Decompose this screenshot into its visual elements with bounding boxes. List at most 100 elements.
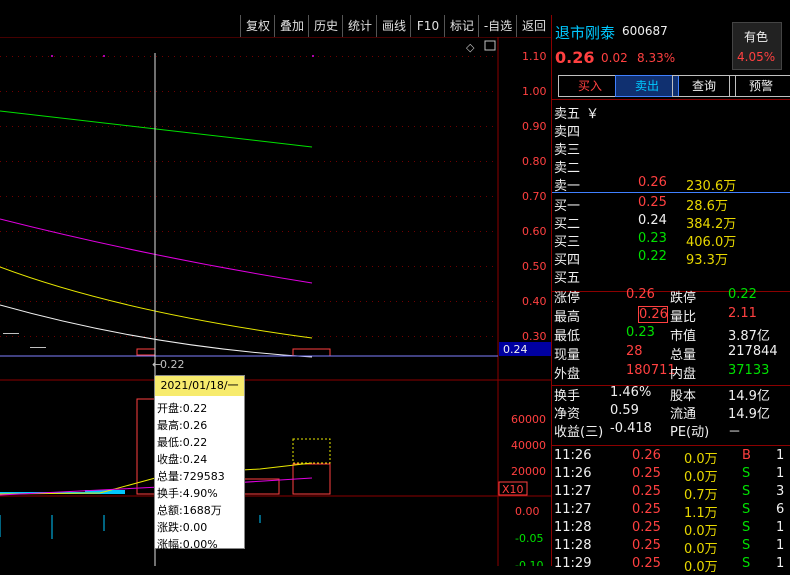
fin-value: 14.9亿 <box>728 407 770 422</box>
tooltip-row: 总额:1688万 <box>157 504 222 517</box>
buy-volume: 93.3万 <box>686 253 728 268</box>
toolbar-item-1[interactable]: 叠加 <box>274 15 309 37</box>
sell-button[interactable]: 卖出 <box>615 75 679 97</box>
macd-axis-tick: -0.05 <box>515 532 543 545</box>
candle <box>292 348 331 357</box>
price-axis-tick: 0.60 <box>522 225 547 238</box>
stat-value: 28 <box>626 344 643 359</box>
candle-info-tooltip: 2021/01/18/一 开盘:0.22 最高:0.26 最低:0.22 收盘:0.2… <box>154 375 245 551</box>
window-icon[interactable] <box>484 40 496 51</box>
kline-chart[interactable]: 0.22 ← ◇ 1.10 1.00 0.90 0.80 0.70 0.60 0.50 0.4… <box>0 37 551 566</box>
alert-button[interactable]: 预警 <box>729 75 790 97</box>
price-axis-tick: 1.10 <box>522 50 547 63</box>
tick-time: 11:26 <box>554 466 592 481</box>
stat-value: 37133 <box>728 363 770 378</box>
tick-count: 6 <box>776 502 785 517</box>
last-price: 0.26 <box>555 48 595 67</box>
fin-value: 1.46% <box>610 385 652 400</box>
crosshair-arrow: ← <box>152 358 161 371</box>
tick-price: 0.25 <box>632 484 661 499</box>
volume-unit-label: X10 <box>502 483 524 496</box>
buy-price: 0.24 <box>638 213 667 228</box>
volume-axis: 60000 40000 20000 <box>511 413 546 478</box>
stat-value: 180711 <box>626 363 676 378</box>
tick-side: S <box>742 520 751 535</box>
toolbar-item-5[interactable]: F10 <box>410 15 445 37</box>
price-change-pct: 8.33% <box>637 51 676 65</box>
ma60-line <box>0 110 313 148</box>
price-axis-tick: 0.40 <box>522 295 547 308</box>
tick-volume: 0.0万 <box>684 542 718 557</box>
marker-dot <box>103 55 105 57</box>
buy-level-label: 买四 <box>554 253 581 268</box>
price-axis-tick: 0.30 <box>522 330 547 343</box>
price-axis-tick: 0.90 <box>522 120 547 133</box>
candle <box>30 347 46 348</box>
tick-price: 0.26 <box>632 448 661 463</box>
toolbar-item-8[interactable]: 返回 <box>516 15 551 37</box>
tick-count: 1 <box>776 520 785 535</box>
tick-time: 11:27 <box>554 502 592 517</box>
tick-volume: 0.0万 <box>684 524 718 539</box>
fin-label: 净资 <box>554 407 581 422</box>
query-button[interactable]: 查询 <box>672 75 736 97</box>
stock-name: 退市刚泰 <box>555 24 616 42</box>
sell-level-label: 卖二 <box>554 161 581 176</box>
marker-dot <box>312 55 314 57</box>
volume-axis-tick: 60000 <box>511 413 546 426</box>
stat-label: 最高 <box>554 310 581 325</box>
toolbar-item-4[interactable]: 画线 <box>376 15 411 37</box>
chart-toolbar: 复权 叠加 历史 统计 画线 F10 标记 -自选 返回 <box>0 15 550 37</box>
stat-label: 总量 <box>670 348 697 363</box>
stat-label: 最低 <box>554 329 581 344</box>
stat-value: 2.11 <box>728 306 757 321</box>
buy-price: 0.23 <box>638 231 667 246</box>
toolbar-item-6[interactable]: 标记 <box>444 15 479 37</box>
stat-value: 0.26 <box>626 287 655 302</box>
buy-level-label: 买一 <box>554 199 581 214</box>
diamond-icon[interactable]: ◇ <box>466 41 475 54</box>
sector-name: 有色 <box>744 30 769 44</box>
stat-label: 涨停 <box>554 291 581 306</box>
toolbar-item-3[interactable]: 统计 <box>342 15 377 37</box>
toolbar-item-7[interactable]: -自选 <box>478 15 517 37</box>
tick-side: B <box>742 448 751 463</box>
stat-value: 0.26 <box>638 306 668 323</box>
sell-level-label: 卖四 <box>554 125 581 140</box>
tick-side: S <box>742 466 751 481</box>
sell-level-label: 卖五 <box>554 107 581 122</box>
stat-value: 3.87亿 <box>728 329 770 344</box>
current-price-label: 0.24 <box>503 343 528 356</box>
fin-label: PE(动) <box>670 425 710 440</box>
tick-price: 0.25 <box>632 556 661 571</box>
stock-code: 600687 <box>622 24 668 38</box>
tick-price: 0.25 <box>632 466 661 481</box>
buy-level-label: 买二 <box>554 217 581 232</box>
tick-time: 11:27 <box>554 484 592 499</box>
buy-button[interactable]: 买入 <box>558 75 622 97</box>
volume-axis-tick: 40000 <box>511 439 546 452</box>
toolbar-item-0[interactable]: 复权 <box>240 15 275 37</box>
tick-price: 0.25 <box>632 502 661 517</box>
tick-side: S <box>742 502 751 517</box>
tick-time: 11:29 <box>554 556 592 571</box>
stat-value: 217844 <box>728 344 778 359</box>
tick-count: 1 <box>776 556 785 571</box>
tooltip-row: 换手:4.90% <box>157 487 218 500</box>
candle <box>136 348 156 356</box>
fin-label: 流通 <box>670 407 697 422</box>
price-axis-tick: 0.70 <box>522 190 547 203</box>
volume-axis-tick: 20000 <box>511 465 546 478</box>
tick-time: 11:26 <box>554 448 592 463</box>
price-axis-tick: 0.50 <box>522 260 547 273</box>
sector-box[interactable]: 有色 4.05% <box>732 22 782 70</box>
tick-side: S <box>742 538 751 553</box>
tooltip-row: 总量:729583 <box>157 470 225 483</box>
sell-price: 0.26 <box>638 175 667 190</box>
buy-price: 0.22 <box>638 249 667 264</box>
tick-side: S <box>742 484 751 499</box>
currency-icon: ￥ <box>586 107 600 122</box>
buy-volume: 28.6万 <box>686 199 728 214</box>
sector-pct: 4.05% <box>737 50 776 64</box>
toolbar-item-2[interactable]: 历史 <box>308 15 343 37</box>
